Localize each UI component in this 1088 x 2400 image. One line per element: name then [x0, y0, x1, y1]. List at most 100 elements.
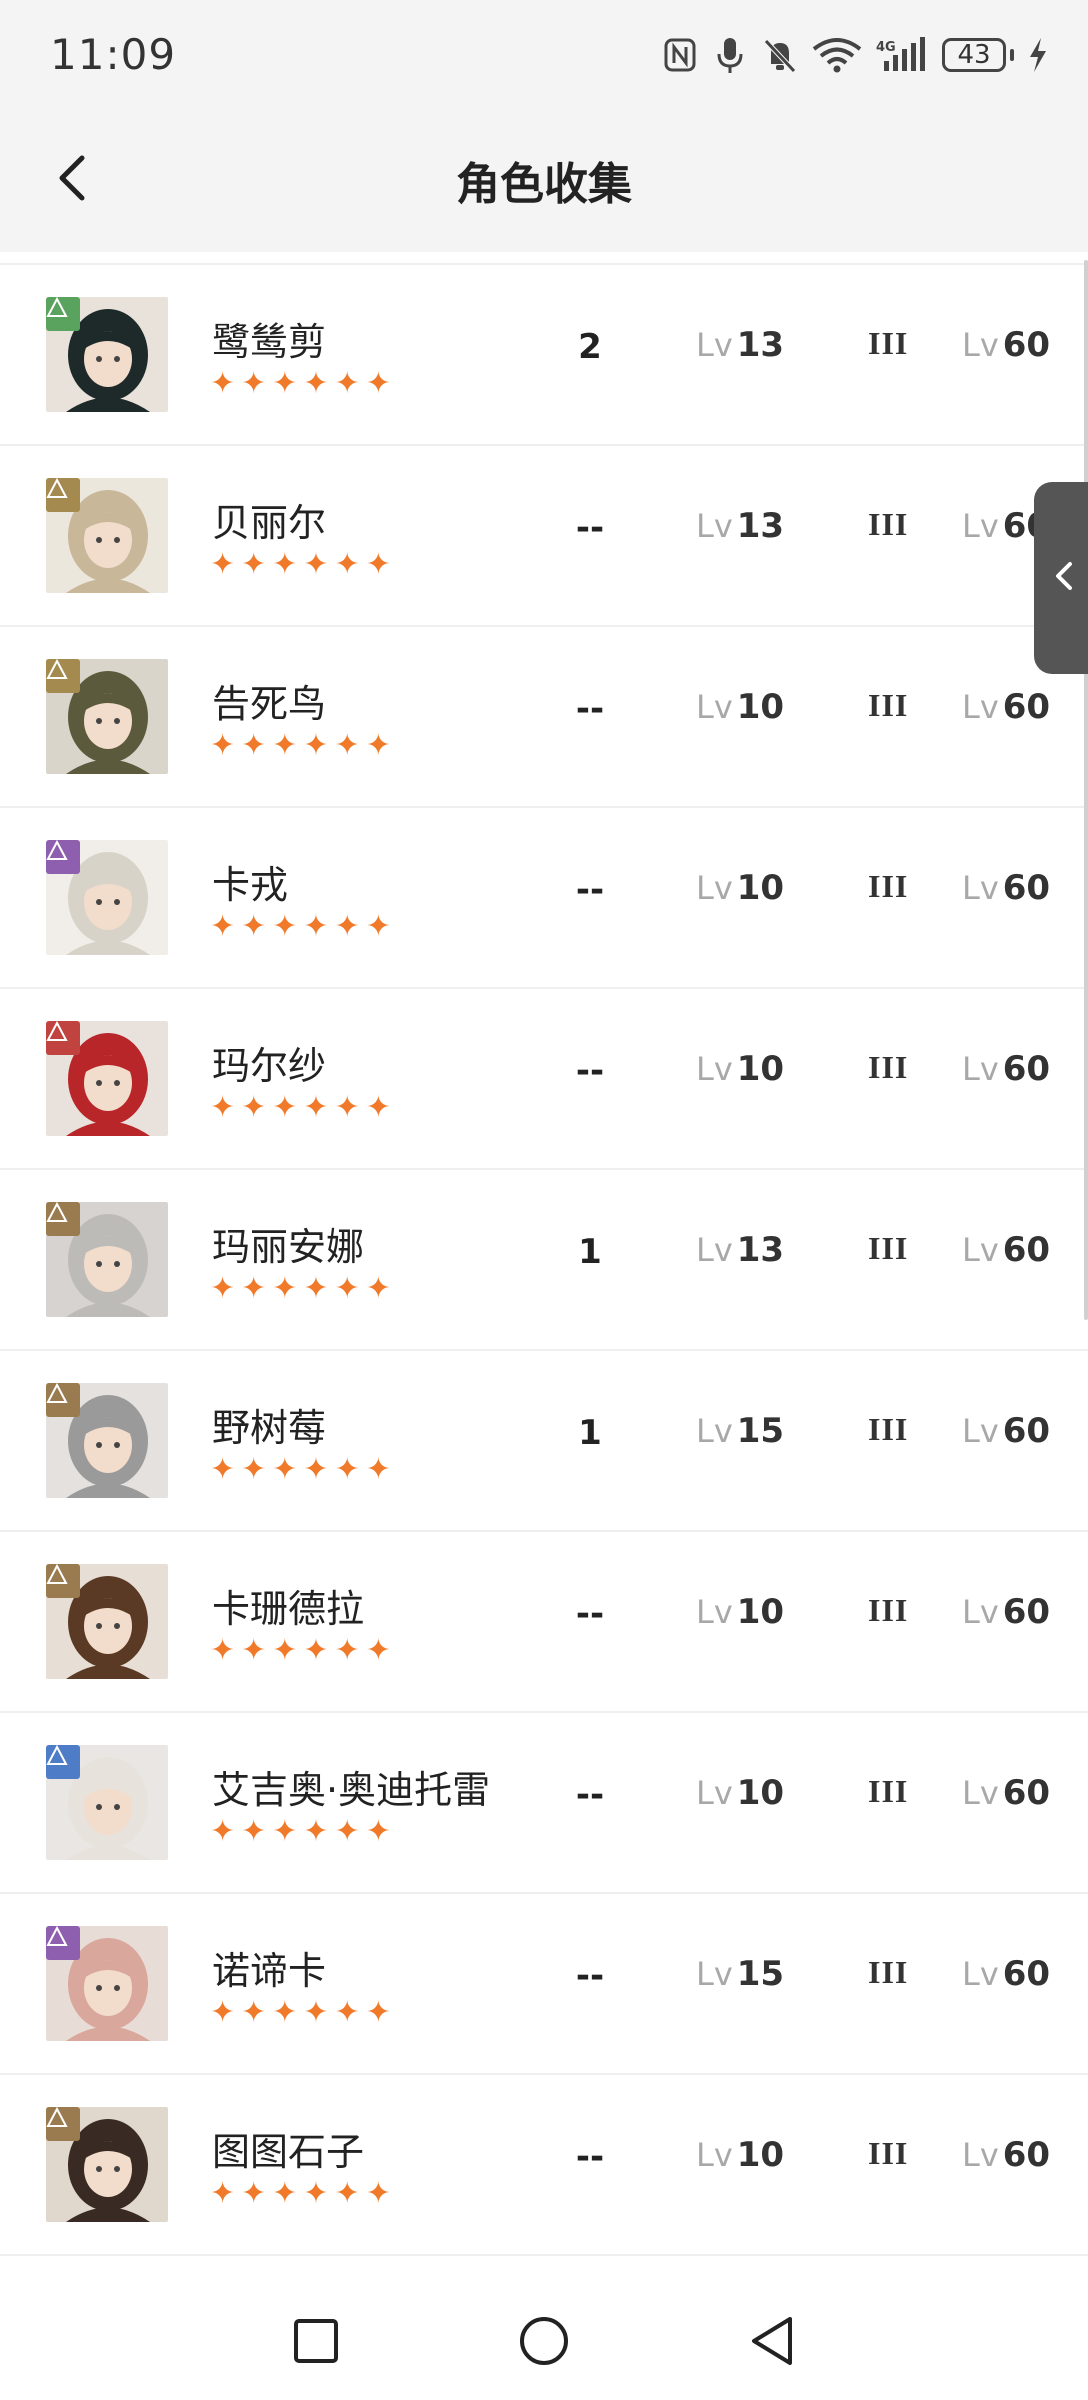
- lv-prefix: Lv: [696, 2136, 733, 2174]
- star-icon: ✦: [365, 1271, 391, 1306]
- lv-prefix: Lv: [696, 507, 733, 545]
- character-row[interactable]: 野树莓 ✦ ✦ ✦ ✦ ✦ ✦ 1 Lv 15 III Lv 60: [0, 1349, 1088, 1530]
- star-icon: ✦: [210, 1995, 236, 2030]
- star-icon: ✦: [241, 1271, 267, 1306]
- scrollbar[interactable]: [1084, 260, 1088, 1320]
- character-level: Lv 60: [962, 1049, 1050, 1089]
- character-row[interactable]: 玛尔纱 ✦ ✦ ✦ ✦ ✦ ✦ -- Lv 10 III Lv 60: [0, 987, 1088, 1168]
- skill-level-value: 10: [736, 1773, 785, 1813]
- lv-prefix: Lv: [696, 1593, 733, 1631]
- character-level: Lv 60: [962, 868, 1050, 908]
- lv-prefix: Lv: [962, 326, 999, 364]
- star-icon: ✦: [365, 1090, 391, 1125]
- copies-count: --: [575, 1775, 605, 1815]
- star-icon: ✦: [303, 547, 329, 582]
- star-rating: ✦ ✦ ✦ ✦ ✦ ✦: [210, 1455, 391, 1485]
- star-icon: ✦: [334, 1814, 360, 1849]
- character-level-value: 60: [1002, 2135, 1051, 2175]
- character-level-value: 60: [1002, 325, 1051, 365]
- back-triangle-icon[interactable]: [742, 2311, 802, 2371]
- character-name: 玛丽安娜: [212, 1225, 365, 1269]
- character-row[interactable]: 鹭鸶剪 ✦ ✦ ✦ ✦ ✦ ✦ 2 Lv 13 III Lv 60: [0, 263, 1088, 444]
- skill-level-value: 10: [736, 2135, 785, 2175]
- copies-count: --: [575, 1594, 605, 1634]
- character-level-value: 60: [1002, 1411, 1051, 1451]
- character-row[interactable]: 告死鸟 ✦ ✦ ✦ ✦ ✦ ✦ -- Lv 10 III Lv 60: [0, 625, 1088, 806]
- star-icon: ✦: [272, 728, 298, 763]
- lv-prefix: Lv: [962, 688, 999, 726]
- character-row[interactable]: 贝丽尔 ✦ ✦ ✦ ✦ ✦ ✦ -- Lv 13 III Lv 60: [0, 444, 1088, 625]
- lv-prefix: Lv: [962, 1774, 999, 1812]
- star-icon: ✦: [210, 1271, 236, 1306]
- insight-level: III: [868, 506, 909, 542]
- character-row[interactable]: 图图石子 ✦ ✦ ✦ ✦ ✦ ✦ -- Lv 10 III Lv 60: [0, 2073, 1088, 2254]
- skill-level: Lv 13: [696, 506, 784, 546]
- skill-level: Lv 10: [696, 868, 784, 908]
- star-icon: ✦: [303, 366, 329, 401]
- lv-prefix: Lv: [696, 688, 733, 726]
- star-icon: ✦: [365, 1995, 391, 2030]
- star-icon: ✦: [334, 1271, 360, 1306]
- lv-prefix: Lv: [696, 1774, 733, 1812]
- star-rating: ✦ ✦ ✦ ✦ ✦ ✦: [210, 1998, 391, 2028]
- character-portrait: [46, 659, 168, 774]
- character-name: 告死鸟: [212, 682, 327, 726]
- lv-prefix: Lv: [962, 507, 999, 545]
- character-level-value: 60: [1002, 1773, 1051, 1813]
- element-badge-icon: [46, 1202, 80, 1236]
- star-icon: ✦: [241, 1633, 267, 1668]
- character-name: 卡戎: [212, 863, 289, 907]
- character-portrait: [46, 1564, 168, 1679]
- lv-prefix: Lv: [696, 1412, 733, 1450]
- skill-level-value: 15: [736, 1411, 785, 1451]
- battery-icon: 43: [942, 38, 1014, 72]
- character-level-value: 60: [1002, 687, 1051, 727]
- star-icon: ✦: [210, 547, 236, 582]
- star-icon: ✦: [334, 1090, 360, 1125]
- element-badge-icon: [46, 2107, 80, 2141]
- copies-count: --: [575, 689, 605, 729]
- element-badge-icon: [46, 1021, 80, 1055]
- character-name: 卡珊德拉: [212, 1587, 365, 1631]
- element-badge-icon: [46, 1745, 80, 1779]
- star-icon: ✦: [241, 547, 267, 582]
- character-row[interactable]: 艾吉奥·奥迪托雷 ✦ ✦ ✦ ✦ ✦ ✦ -- Lv 10 III Lv 60: [0, 1711, 1088, 1892]
- insight-level: III: [868, 1411, 909, 1447]
- star-icon: ✦: [334, 366, 360, 401]
- status-icons: 4G 43: [662, 30, 1048, 80]
- star-icon: ✦: [210, 2176, 236, 2211]
- skill-level: Lv 10: [696, 1773, 784, 1813]
- star-icon: ✦: [272, 1814, 298, 1849]
- character-level-value: 60: [1002, 1049, 1051, 1089]
- star-icon: ✦: [303, 728, 329, 763]
- battery-level: 43: [942, 38, 1006, 72]
- star-icon: ✦: [334, 728, 360, 763]
- star-icon: ✦: [303, 1271, 329, 1306]
- lv-prefix: Lv: [962, 1955, 999, 1993]
- star-icon: ✦: [334, 1995, 360, 2030]
- copies-count: --: [575, 1956, 605, 1996]
- insight-level: III: [868, 2135, 909, 2171]
- character-row[interactable]: 卡戎 ✦ ✦ ✦ ✦ ✦ ✦ -- Lv 10 III Lv 60: [0, 806, 1088, 987]
- skill-level-value: 10: [736, 1049, 785, 1089]
- character-row[interactable]: 玛丽安娜 ✦ ✦ ✦ ✦ ✦ ✦ 1 Lv 13 III Lv 60: [0, 1168, 1088, 1349]
- recents-square-icon[interactable]: [286, 2311, 346, 2371]
- mute-icon: [762, 35, 798, 75]
- star-icon: ✦: [365, 2176, 391, 2211]
- character-row[interactable]: 卡珊德拉 ✦ ✦ ✦ ✦ ✦ ✦ -- Lv 10 III Lv 60: [0, 1530, 1088, 1711]
- star-rating: ✦ ✦ ✦ ✦ ✦ ✦: [210, 912, 391, 942]
- character-portrait: [46, 1021, 168, 1136]
- skill-level-value: 15: [736, 1954, 785, 1994]
- character-level: Lv 60: [962, 1411, 1050, 1451]
- character-name: 玛尔纱: [212, 1044, 327, 1088]
- home-circle-icon[interactable]: [514, 2311, 574, 2371]
- insight-level: III: [868, 325, 909, 361]
- lv-prefix: Lv: [696, 1955, 733, 1993]
- character-row[interactable]: 诺谛卡 ✦ ✦ ✦ ✦ ✦ ✦ -- Lv 15 III Lv 60: [0, 1892, 1088, 2073]
- character-level: Lv 60: [962, 687, 1050, 727]
- character-list: 鹭鸶剪 ✦ ✦ ✦ ✦ ✦ ✦ 2 Lv 13 III Lv 60 贝丽尔 ✦ …: [0, 263, 1088, 2296]
- side-drawer-tab[interactable]: [1034, 482, 1088, 674]
- element-badge-icon: [46, 1564, 80, 1598]
- charging-icon: [1028, 35, 1048, 75]
- character-portrait: [46, 1926, 168, 2041]
